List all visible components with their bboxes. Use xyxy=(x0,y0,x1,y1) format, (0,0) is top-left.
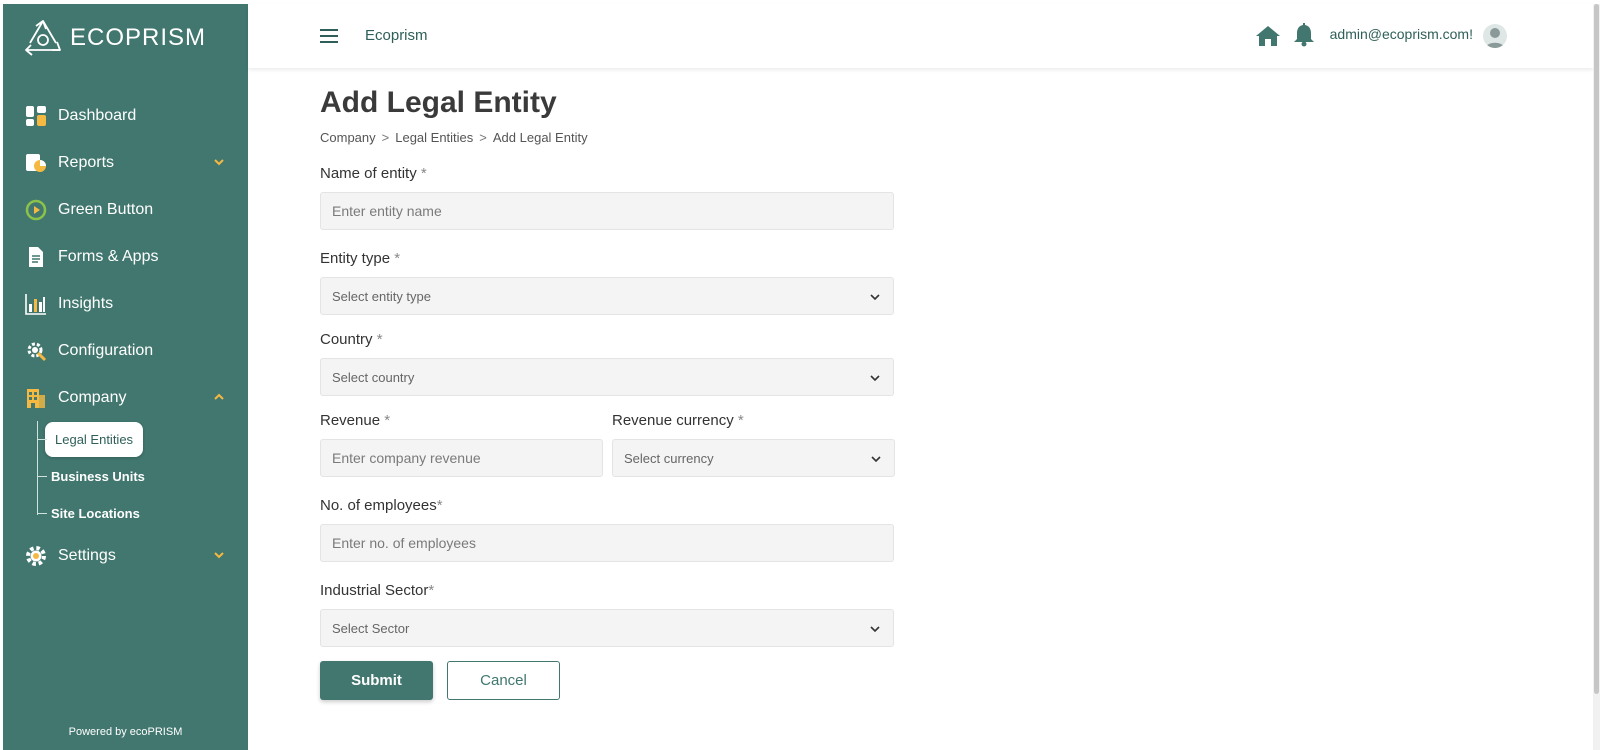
home-icon[interactable] xyxy=(1255,24,1281,48)
topbar: Ecoprism admin@ecoprism.com! xyxy=(248,4,1593,68)
submenu-tree-line xyxy=(37,421,38,515)
configuration-icon xyxy=(24,339,48,363)
label-employees: No. of employees* xyxy=(320,497,443,514)
country-select[interactable]: Select country xyxy=(320,358,894,396)
label-sector: Industrial Sector* xyxy=(320,582,435,599)
sector-placeholder: Select Sector xyxy=(332,620,410,636)
page-title: Add Legal Entity xyxy=(320,86,557,119)
reports-icon xyxy=(24,151,48,175)
breadcrumb-current: Add Legal Entity xyxy=(492,130,588,145)
sidebar-item-label: Insights xyxy=(58,294,114,312)
recycle-logo-icon xyxy=(25,20,61,56)
avatar[interactable] xyxy=(1483,24,1507,48)
sidebar-nav: Dashboard Reports Green Button Forms & A… xyxy=(3,92,248,579)
field-country: Country * Select country xyxy=(320,331,900,396)
revenue-row: Revenue * Revenue currency * Select curr… xyxy=(320,412,900,477)
sidebar-item-label: Company xyxy=(58,388,127,406)
sidebar-item-company[interactable]: Company xyxy=(3,374,248,421)
entity-type-select[interactable]: Select entity type xyxy=(320,277,894,315)
country-placeholder: Select country xyxy=(332,369,415,385)
sidebar-item-insights[interactable]: Insights xyxy=(3,280,248,327)
label-entity-type: Entity type * xyxy=(320,250,401,267)
submenu-item-site-locations[interactable]: Site Locations xyxy=(37,495,248,532)
sidebar-item-label: Configuration xyxy=(58,341,154,359)
field-revenue-currency: Revenue currency * Select currency xyxy=(612,412,895,477)
sidebar-item-label: Green Button xyxy=(58,200,154,218)
submit-button[interactable]: Submit xyxy=(320,661,433,700)
cancel-button[interactable]: Cancel xyxy=(447,661,560,700)
sidebar-item-dashboard[interactable]: Dashboard xyxy=(3,92,248,139)
sidebar-item-configuration[interactable]: Configuration xyxy=(3,327,248,374)
page-scrollbar[interactable] xyxy=(1593,4,1600,750)
powered-by-footer: Powered by ecoPRISM xyxy=(68,726,183,738)
hamburger-menu-icon[interactable] xyxy=(320,29,338,43)
chevron-down-icon xyxy=(870,626,880,633)
employees-input[interactable] xyxy=(320,524,894,562)
label-revenue: Revenue * xyxy=(320,412,391,429)
currency-placeholder: Select currency xyxy=(624,450,714,466)
sidebar-item-settings[interactable]: Settings xyxy=(3,532,248,579)
main-content: Add Legal Entity Company > Legal Entitie… xyxy=(320,86,900,700)
chevron-up-icon[interactable] xyxy=(212,390,226,404)
breadcrumb: Company > Legal Entities > Add Legal Ent… xyxy=(320,130,900,145)
bell-icon[interactable] xyxy=(1293,23,1315,47)
sidebar-item-green-button[interactable]: Green Button xyxy=(3,186,248,233)
breadcrumb-separator: > xyxy=(381,130,390,145)
submenu-item-label: Legal Entities xyxy=(45,422,144,457)
currency-select[interactable]: Select currency xyxy=(612,439,895,477)
field-entity-type: Entity type * Select entity type xyxy=(320,250,900,315)
submenu-item-label: Site Locations xyxy=(51,506,140,521)
user-avatar-icon xyxy=(1486,28,1504,48)
breadcrumb-company[interactable]: Company xyxy=(320,130,376,145)
building-icon xyxy=(24,386,48,410)
sidebar-item-label: Settings xyxy=(58,546,116,564)
chevron-down-icon xyxy=(870,294,880,301)
submenu-item-legal-entities[interactable]: Legal Entities xyxy=(37,421,248,458)
dashboard-icon xyxy=(24,104,48,128)
brand-title: Ecoprism xyxy=(365,27,428,44)
submenu-item-business-units[interactable]: Business Units xyxy=(37,458,248,495)
sidebar-item-reports[interactable]: Reports xyxy=(3,139,248,186)
scrollbar-thumb[interactable] xyxy=(1594,4,1599,694)
sidebar-item-forms-apps[interactable]: Forms & Apps xyxy=(3,233,248,280)
form-actions: Submit Cancel xyxy=(320,661,900,700)
sidebar-item-label: Forms & Apps xyxy=(58,247,159,265)
label-country: Country * xyxy=(320,331,383,348)
sidebar-item-label: Reports xyxy=(58,153,115,171)
field-entity-name: Name of entity * xyxy=(320,165,900,230)
breadcrumb-legal-entities[interactable]: Legal Entities xyxy=(395,130,473,145)
field-employees: No. of employees* xyxy=(320,497,900,562)
chevron-down-icon xyxy=(871,456,881,463)
sector-select[interactable]: Select Sector xyxy=(320,609,894,647)
chevron-down-icon[interactable] xyxy=(212,548,226,562)
document-icon xyxy=(24,245,48,269)
submenu-item-label: Business Units xyxy=(51,469,145,484)
logo-text: ECOPRISM xyxy=(70,24,207,51)
entity-name-input[interactable] xyxy=(320,192,894,230)
sidebar-item-label: Dashboard xyxy=(58,106,137,124)
logo[interactable]: ECOPRISM xyxy=(22,18,206,58)
company-submenu: Legal Entities Business Units Site Locat… xyxy=(3,421,248,532)
breadcrumb-separator: > xyxy=(479,130,487,145)
user-email[interactable]: admin@ecoprism.com! xyxy=(1330,26,1473,42)
label-revenue-currency: Revenue currency * xyxy=(612,412,744,429)
label-entity-name: Name of entity * xyxy=(320,165,427,182)
field-sector: Industrial Sector* Select Sector xyxy=(320,582,900,647)
entity-type-placeholder: Select entity type xyxy=(332,288,431,304)
play-icon xyxy=(24,198,48,222)
gear-icon xyxy=(24,544,48,568)
chevron-down-icon[interactable] xyxy=(212,155,226,169)
revenue-input[interactable] xyxy=(320,439,603,477)
field-revenue: Revenue * xyxy=(320,412,603,477)
sidebar: ECOPRISM Dashboard Reports Green Button … xyxy=(3,4,248,750)
chevron-down-icon xyxy=(870,375,880,382)
bar-chart-icon xyxy=(24,292,48,316)
